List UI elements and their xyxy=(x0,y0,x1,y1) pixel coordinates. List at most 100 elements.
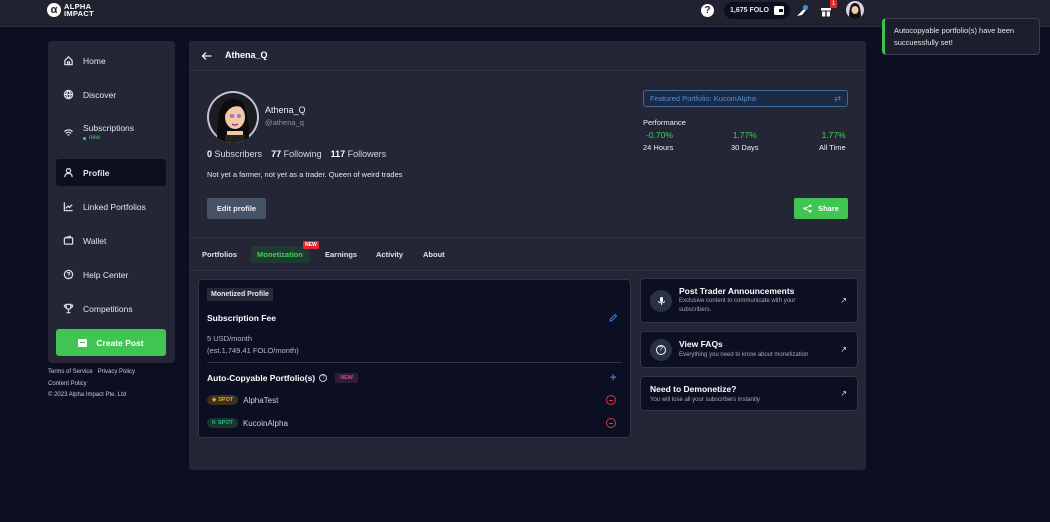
wallet-icon xyxy=(63,235,74,246)
home-icon xyxy=(63,55,74,66)
share-button[interactable]: Share xyxy=(794,198,848,219)
edit-profile-button[interactable]: Edit profile xyxy=(207,198,266,219)
sidebar-item-discover[interactable]: Discover xyxy=(56,81,166,108)
followers-stat[interactable]: 117 Followers xyxy=(331,149,387,159)
view-faqs-card[interactable]: ? View FAQs Everything you need to know … xyxy=(640,331,858,368)
sidebar-item-label: Linked Portfolios xyxy=(83,201,146,212)
logo-line2: IMPACT xyxy=(64,9,94,18)
footer-links: Terms of Service Privacy Policy Content P… xyxy=(48,367,140,402)
share-icon xyxy=(803,204,812,213)
chart-icon xyxy=(63,201,74,212)
performance-24h: -0.70% 24 Hours xyxy=(643,130,674,152)
back-arrow-icon[interactable] xyxy=(201,50,213,62)
help-icon[interactable]: ? xyxy=(701,4,714,17)
kucoin-spot-badge: K SPOT xyxy=(207,418,238,428)
folo-balance[interactable]: 1,675 FOLO xyxy=(724,2,790,19)
page-title: Athena_Q xyxy=(225,50,268,60)
portfolio-row: K SPOT KucoinAlpha xyxy=(207,417,622,429)
pencil-icon[interactable] xyxy=(608,313,618,323)
sidebar-item-label: Competitions xyxy=(83,303,133,314)
performance-label: Performance xyxy=(643,118,686,127)
subscription-fee-value: 5 USD/month (est.1,749.41 FOLO/month) xyxy=(207,334,299,355)
success-toast: Autocopyable portfolio(s) have been succ… xyxy=(882,18,1040,55)
tab-about[interactable]: About xyxy=(417,246,451,263)
sidebar-item-competitions[interactable]: Competitions xyxy=(56,295,166,322)
profile-name: Athena_Q xyxy=(265,105,306,115)
trophy-icon xyxy=(63,303,74,314)
user-icon xyxy=(63,167,74,178)
new-badge: NEW xyxy=(303,241,319,249)
monetized-profile-tag: Monetized Profile xyxy=(207,288,273,301)
balance-amount: 1,675 FOLO xyxy=(730,7,769,14)
question-icon[interactable]: ? xyxy=(319,374,328,382)
avatar-image xyxy=(849,3,861,19)
privacy-link[interactable]: Privacy Policy xyxy=(98,369,135,375)
copyright: © 2023 Alpha Impact Pte. Ltd xyxy=(48,392,127,398)
wifi-icon xyxy=(63,127,74,138)
kucoin-icon: K xyxy=(212,420,216,426)
tab-activity[interactable]: Activity xyxy=(370,246,409,263)
binance-spot-badge: ◈ SPOT xyxy=(207,395,239,405)
logo-mark-icon: α xyxy=(47,3,61,17)
performance-all-time: 1.77% All Time xyxy=(819,130,846,152)
portfolio-name[interactable]: KucoinAlpha xyxy=(243,419,288,428)
divider xyxy=(207,362,622,363)
following-stat[interactable]: 77 Following xyxy=(271,149,322,159)
profile-stats: 0 Subscribers 77 Following 117 Followers xyxy=(207,149,386,159)
sidebar-item-linked-portfolios[interactable]: Linked Portfolios xyxy=(56,193,166,220)
post-icon xyxy=(78,338,88,347)
panel-header: Athena_Q xyxy=(189,41,866,71)
swap-icon[interactable]: ⇄ xyxy=(834,91,841,106)
dot-icon xyxy=(83,136,86,140)
portfolio-name[interactable]: AlphaTest xyxy=(243,396,278,405)
profile-handle: @athena_q xyxy=(265,118,304,127)
featured-portfolio-selector[interactable]: Featured Portfolio: KucoinAlpha ⇄ xyxy=(643,90,848,107)
question-icon: ? xyxy=(650,339,672,361)
portfolio-row: ◈ SPOT AlphaTest xyxy=(207,394,622,406)
sidebar-item-home[interactable]: Home xyxy=(56,47,166,74)
new-indicator: new xyxy=(83,135,134,141)
sidebar: Home Discover Subscriptions new Profile … xyxy=(48,41,175,363)
tab-earnings[interactable]: Earnings xyxy=(319,246,363,263)
alpha-impact-logo[interactable]: α ALPHA IMPACT xyxy=(47,3,94,17)
help-icon xyxy=(63,269,74,280)
notification-badge: 1 xyxy=(830,0,837,8)
create-post-button[interactable]: Create Post xyxy=(56,329,166,356)
terms-link[interactable]: Terms of Service xyxy=(48,369,93,375)
subscription-fee-title: Subscription Fee xyxy=(207,313,276,323)
external-link-icon: ↗ xyxy=(840,389,847,398)
post-announcements-card[interactable]: Post Trader Announcements Exclusive cont… xyxy=(640,278,858,323)
tab-monetization[interactable]: Monetization xyxy=(251,246,309,263)
rocket-icon[interactable] xyxy=(795,4,809,18)
user-avatar[interactable] xyxy=(846,1,864,19)
performance-30d: 1.77% 30 Days xyxy=(731,130,759,152)
profile-panel: Athena_Q Athena_Q @athena_q 0 Subscriber… xyxy=(189,41,866,470)
sidebar-item-help-center[interactable]: Help Center xyxy=(56,261,166,288)
external-link-icon: ↗ xyxy=(840,296,847,305)
sidebar-item-profile[interactable]: Profile xyxy=(56,159,166,186)
avatar-image xyxy=(209,93,257,143)
remove-icon[interactable] xyxy=(606,395,616,405)
add-portfolio-icon[interactable]: + xyxy=(610,372,616,384)
globe-icon xyxy=(63,89,74,100)
subscribers-stat[interactable]: 0 Subscribers xyxy=(207,149,262,159)
sidebar-item-label: Wallet xyxy=(83,235,107,246)
remove-icon[interactable] xyxy=(606,418,616,428)
profile-bio: Not yet a farmer, not yet as a trader. Q… xyxy=(207,170,403,179)
profile-tabs: Portfolios Monetization NEW Earnings Act… xyxy=(189,237,866,271)
external-link-icon: ↗ xyxy=(840,345,847,354)
auto-copyable-title: Auto-Copyable Portfolio(s) ? NEW xyxy=(207,373,358,383)
wallet-icon xyxy=(773,6,784,15)
sidebar-item-label: Profile xyxy=(83,167,110,178)
new-badge: NEW xyxy=(335,373,358,383)
sidebar-item-label: Home xyxy=(83,55,106,66)
demonetize-card[interactable]: Need to Demonetize? You will lose all yo… xyxy=(640,376,858,411)
monetization-card: Monetized Profile Subscription Fee 5 USD… xyxy=(198,279,631,438)
content-policy-link[interactable]: Content Policy xyxy=(48,381,87,387)
sidebar-item-label: Subscriptions xyxy=(83,123,135,133)
tab-portfolios[interactable]: Portfolios xyxy=(196,246,243,263)
sidebar-item-wallet[interactable]: Wallet xyxy=(56,227,166,254)
profile-avatar xyxy=(207,91,259,143)
microphone-icon xyxy=(650,290,672,312)
sidebar-item-subscriptions[interactable]: Subscriptions new xyxy=(56,115,166,149)
